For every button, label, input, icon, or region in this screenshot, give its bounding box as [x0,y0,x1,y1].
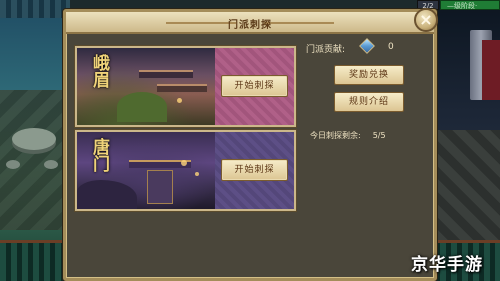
remaining-attempts-value: 5/5 [372,131,386,140]
lantern-glow [181,160,187,166]
sect-name: 峨眉 [89,54,109,88]
rock [77,180,137,209]
tree [117,92,167,122]
tower [147,170,173,204]
sect-name: 唐门 [89,138,109,172]
contribution-value: 0 [388,42,394,52]
remaining-attempts: 今日刺探剩余: 5/5 [310,130,386,141]
lantern-glow [195,172,199,176]
sect-infiltration-panel: 门派刺探 峨眉 开始刺探 唐门 开始刺探 门派贡献: 0 奖励兑换 规则介绍 今… [63,9,437,281]
watermark: 京华手游 [411,255,483,275]
sect-card-side: 开始刺探 [215,48,294,125]
red-banner [482,40,500,100]
temple-roof [139,70,193,78]
sect-card-emei: 峨眉 开始刺探 [75,46,296,127]
contribution-gem-icon [359,38,375,54]
stone-stool [6,160,20,169]
remaining-attempts-label: 今日刺探剩余: [310,131,361,140]
panel-title: 门派刺探 [228,20,272,31]
lantern-glow [177,98,182,103]
sect-card-tangmen: 唐门 开始刺探 [75,130,296,211]
reward-exchange-button[interactable]: 奖励兑换 [334,65,404,85]
top-railing [0,0,70,18]
start-infiltration-button[interactable]: 开始刺探 [221,75,288,97]
panel-header: 门派刺探 [66,12,434,34]
close-button[interactable]: × [414,8,438,32]
rules-button[interactable]: 规则介绍 [334,92,404,112]
right-floor [435,130,500,240]
temple-roof [157,84,207,92]
hud-status-bar[interactable]: —级阶段· [440,0,500,10]
sect-scene-image: 峨眉 [77,48,215,125]
sect-scene-image: 唐门 [77,132,215,209]
start-infiltration-button[interactable]: 开始刺探 [221,159,288,181]
stone-table [12,128,56,150]
sect-card-side: 开始刺探 [215,132,294,209]
contribution-label: 门派贡献: [306,45,346,55]
stone-stool [44,160,58,169]
